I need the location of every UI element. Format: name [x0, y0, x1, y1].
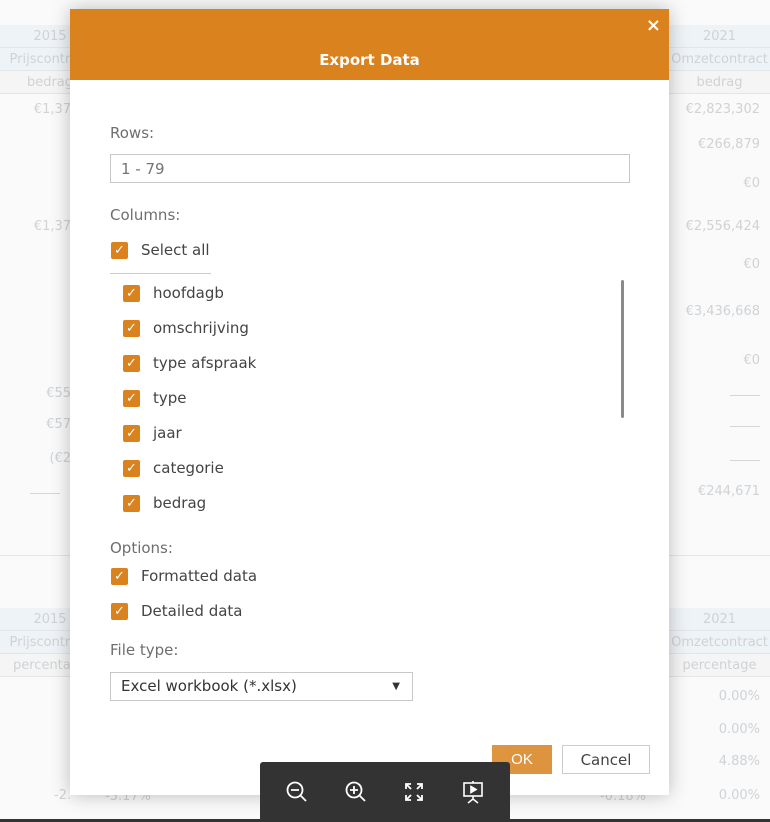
column-checkbox-omschrijving[interactable]: ✓ omschrijving	[123, 319, 249, 337]
zoom-in-icon[interactable]	[341, 777, 371, 807]
options-label: Options:	[110, 539, 173, 557]
column-checkbox-jaar[interactable]: ✓ jaar	[123, 424, 182, 442]
detailed-data-checkbox[interactable]: ✓ Detailed data	[111, 602, 243, 620]
bottom-left-column: 2015 Prijscontract percentage 0.002.78.3…	[0, 608, 70, 813]
cancel-button[interactable]: Cancel	[562, 745, 650, 774]
check-icon: ✓	[111, 602, 128, 620]
file-type-label: File type:	[110, 641, 179, 659]
top-right-column: 2021 Omzetcontract bedrag €2,823,302 €266…	[669, 25, 770, 555]
table-cell: -2.72%	[54, 788, 70, 803]
table-cell: 0.00%	[718, 722, 760, 737]
check-icon: ✓	[111, 567, 128, 585]
option-label: Formatted data	[141, 567, 258, 585]
file-type-select[interactable]: Excel workbook (*.xlsx) ▼	[110, 672, 413, 701]
export-data-dialog: × Export Data Rows: Columns: ✓ Select all…	[70, 9, 669, 795]
option-label: Detailed data	[141, 602, 243, 620]
viewer-toolbar	[260, 762, 510, 822]
column-label: bedrag	[153, 494, 207, 512]
check-icon: ✓	[111, 241, 128, 259]
bottom-right-column: 2021 Omzetcontract percentage 0.00% 0.00%…	[669, 608, 770, 813]
table-cell: €2,823,302	[685, 102, 760, 117]
table-cell: 0.00%	[718, 788, 760, 803]
top-left-column: 2015 Prijscontract bedrag €1,376,98€€€1,…	[0, 25, 70, 555]
table-cell: €0	[743, 176, 760, 191]
column-label: categorie	[153, 459, 224, 477]
select-all-label: Select all	[141, 241, 210, 259]
table-cell: €266,879	[697, 137, 760, 152]
contract-header: Prijscontract	[0, 48, 70, 71]
rows-label: Rows:	[110, 124, 155, 142]
contract-header: Prijscontract	[0, 631, 70, 654]
rows-input[interactable]	[110, 154, 630, 183]
check-icon: ✓	[123, 389, 140, 407]
measure-header: bedrag	[669, 71, 770, 94]
check-icon: ✓	[123, 354, 140, 372]
year-header: 2015	[0, 608, 70, 631]
column-checkbox-type[interactable]: ✓ type	[123, 389, 187, 407]
select-all-checkbox[interactable]: ✓ Select all	[111, 241, 210, 259]
columns-label: Columns:	[110, 206, 181, 224]
check-icon: ✓	[123, 424, 140, 442]
empty-cell-dash	[730, 426, 760, 427]
measure-header: percentage	[0, 654, 70, 677]
check-icon: ✓	[123, 284, 140, 302]
column-checkbox-categorie[interactable]: ✓ categorie	[123, 459, 224, 477]
table-cell: (€20,95	[49, 451, 70, 466]
column-label: hoofdagb	[153, 284, 224, 302]
table-cell: €2,556,424	[685, 219, 760, 234]
file-type-value: Excel workbook (*.xlsx)	[121, 677, 297, 695]
formatted-data-checkbox[interactable]: ✓ Formatted data	[111, 567, 257, 585]
column-label: jaar	[153, 424, 182, 442]
presentation-icon[interactable]	[458, 777, 488, 807]
close-icon[interactable]: ×	[646, 15, 661, 36]
empty-cell-dash	[730, 460, 760, 461]
column-checkbox-bedrag[interactable]: ✓ bedrag	[123, 494, 206, 512]
chevron-down-icon: ▼	[392, 681, 400, 692]
columns-scrollbar[interactable]	[621, 280, 624, 418]
table-cell: €3,436,668	[685, 304, 760, 319]
zoom-out-icon[interactable]	[282, 777, 312, 807]
dialog-title: Export Data	[319, 51, 420, 69]
fullscreen-icon[interactable]	[399, 777, 429, 807]
table-cell: €0	[743, 257, 760, 272]
measure-header: bedrag	[0, 71, 70, 94]
table-cell: 4.88%	[718, 754, 760, 769]
column-label: omschrijving	[153, 319, 249, 337]
check-icon: ✓	[123, 459, 140, 477]
table-cell: €244,671	[697, 484, 760, 499]
column-checkbox-hoofdagb[interactable]: ✓ hoofdagb	[123, 284, 224, 302]
year-header: 2015	[0, 25, 70, 48]
year-header: 2021	[669, 608, 770, 631]
contract-header: Omzetcontract	[669, 631, 770, 654]
table-cell: €0	[743, 353, 760, 368]
table-cell: €553,74	[46, 386, 70, 401]
check-icon: ✓	[123, 494, 140, 512]
empty-cell-dash	[30, 493, 60, 494]
column-label: type afspraak	[153, 354, 257, 372]
column-checkbox-type-afspraak[interactable]: ✓ type afspraak	[123, 354, 256, 372]
table-cell: €1,376,98	[33, 219, 70, 234]
check-icon: ✓	[123, 319, 140, 337]
column-label: type	[153, 389, 187, 407]
measure-header: percentage	[669, 654, 770, 677]
table-cell: €1,376,98	[33, 102, 70, 117]
contract-header: Omzetcontract	[669, 48, 770, 71]
dialog-header: × Export Data	[70, 9, 669, 80]
table-cell: 0.00%	[718, 689, 760, 704]
year-header: 2021	[669, 25, 770, 48]
table-cell: €574,70	[46, 417, 70, 432]
empty-cell-dash	[730, 395, 760, 396]
